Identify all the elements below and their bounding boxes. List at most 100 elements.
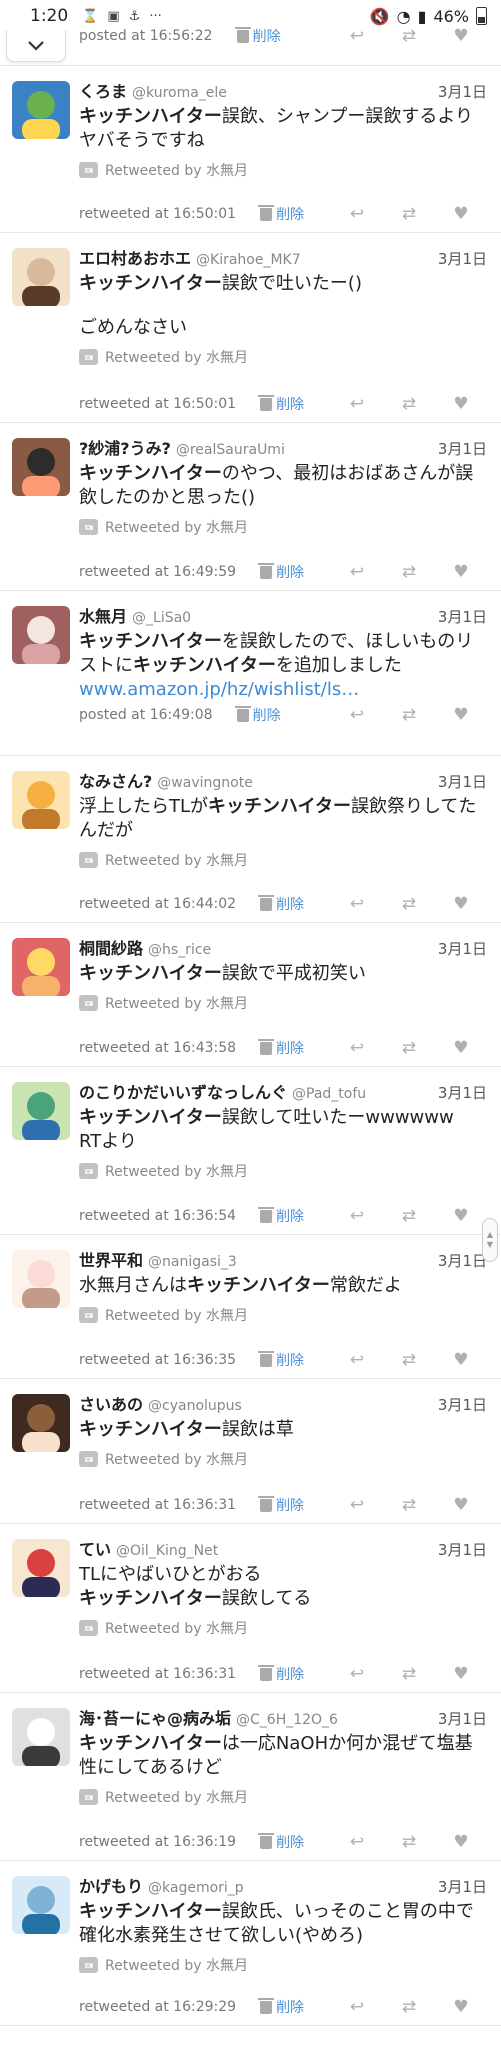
avatar[interactable] xyxy=(12,1082,70,1140)
user-name[interactable]: てい xyxy=(79,1536,111,1560)
favorite-heart-icon[interactable]: ♥ xyxy=(435,1495,487,1515)
reply-icon[interactable]: ↩ xyxy=(331,894,383,914)
delete-button[interactable]: 削除 xyxy=(258,562,304,582)
user-handle[interactable]: @Kirahoe_MK7 xyxy=(196,252,301,268)
avatar[interactable] xyxy=(12,1539,70,1597)
timestamp-label[interactable]: retweeted at 16:36:35 xyxy=(79,1352,236,1368)
reply-icon[interactable]: ↩ xyxy=(331,1206,383,1226)
avatar[interactable] xyxy=(12,248,70,306)
delete-button[interactable]: 削除 xyxy=(258,204,304,224)
reply-icon[interactable]: ↩ xyxy=(331,394,383,414)
user-handle[interactable]: @kagemori_p xyxy=(148,1880,244,1896)
retweet-icon[interactable]: ⇄ xyxy=(383,1206,435,1226)
delete-button[interactable]: 削除 xyxy=(258,1206,304,1226)
timestamp-label[interactable]: retweeted at 16:36:31 xyxy=(79,1666,236,1682)
avatar[interactable] xyxy=(12,771,70,829)
delete-button[interactable]: 削除 xyxy=(258,394,304,414)
avatar[interactable] xyxy=(12,1394,70,1452)
tweet-date[interactable]: 3月1日 xyxy=(438,1539,487,1560)
user-name[interactable]: エロ村あおホエ xyxy=(79,245,191,269)
favorite-heart-icon[interactable]: ♥ xyxy=(435,1206,487,1226)
timestamp-label[interactable]: retweeted at 16:29:29 xyxy=(79,1999,236,2015)
delete-button[interactable]: 削除 xyxy=(258,894,304,914)
user-handle[interactable]: @wavingnote xyxy=(157,775,253,791)
delete-button[interactable]: 削除 xyxy=(258,1997,304,2017)
retweet-icon[interactable]: ⇄ xyxy=(383,894,435,914)
user-handle[interactable]: @_LiSa0 xyxy=(132,610,191,626)
tweet-date[interactable]: 3月1日 xyxy=(438,1708,487,1729)
retweet-icon[interactable]: ⇄ xyxy=(383,1038,435,1058)
reply-icon[interactable]: ↩ xyxy=(331,1997,383,2017)
favorite-heart-icon[interactable]: ♥ xyxy=(435,1350,487,1370)
user-name[interactable]: 水無月 xyxy=(79,603,127,627)
reply-icon[interactable]: ↩ xyxy=(331,1350,383,1370)
favorite-heart-icon[interactable]: ♥ xyxy=(435,1997,487,2017)
reply-icon[interactable]: ↩ xyxy=(331,562,383,582)
retweet-icon[interactable]: ⇄ xyxy=(383,1495,435,1515)
user-name[interactable]: 世界平和 xyxy=(79,1247,143,1271)
timestamp-label[interactable]: retweeted at 16:43:58 xyxy=(79,1040,236,1056)
user-name[interactable]: くろま xyxy=(79,78,127,102)
tweet-date[interactable]: 3月1日 xyxy=(438,1394,487,1415)
delete-button[interactable]: 削除 xyxy=(258,1038,304,1058)
retweet-icon[interactable]: ⇄ xyxy=(383,1997,435,2017)
avatar[interactable] xyxy=(12,81,70,139)
tweet-date[interactable]: 3月1日 xyxy=(438,606,487,627)
delete-button[interactable]: 削除 xyxy=(258,1495,304,1515)
timestamp-label[interactable]: retweeted at 16:50:01 xyxy=(79,206,236,222)
user-handle[interactable]: @kuroma_ele xyxy=(132,85,227,101)
timestamp-label[interactable]: retweeted at 16:36:31 xyxy=(79,1497,236,1513)
user-handle[interactable]: @realSauraUmi xyxy=(176,442,285,458)
retweet-icon[interactable]: ⇄ xyxy=(383,204,435,224)
tweet-date[interactable]: 3月1日 xyxy=(438,771,487,792)
user-name[interactable]: のこりかだいいずなっしんぐ xyxy=(79,1079,287,1103)
favorite-heart-icon[interactable]: ♥ xyxy=(435,1038,487,1058)
avatar[interactable] xyxy=(12,1876,70,1934)
reply-icon[interactable]: ↩ xyxy=(331,26,383,46)
retweet-icon[interactable]: ⇄ xyxy=(383,26,435,46)
user-handle[interactable]: @cyanolupus xyxy=(148,1398,242,1414)
retweet-icon[interactable]: ⇄ xyxy=(383,1664,435,1684)
favorite-heart-icon[interactable]: ♥ xyxy=(435,394,487,414)
timestamp-label[interactable]: posted at 16:56:22 xyxy=(79,28,213,44)
reply-icon[interactable]: ↩ xyxy=(331,204,383,224)
tweet-link[interactable]: www.amazon.jp/hz/wishlist/ls… xyxy=(79,678,487,702)
timestamp-label[interactable]: retweeted at 16:44:02 xyxy=(79,896,236,912)
tweet-date[interactable]: 3月1日 xyxy=(438,81,487,102)
tweet-date[interactable]: 3月1日 xyxy=(438,938,487,959)
user-handle[interactable]: @Pad_tofu xyxy=(292,1086,366,1102)
user-handle[interactable]: @C_6H_12O_6 xyxy=(236,1712,338,1728)
tweet-date[interactable]: 3月1日 xyxy=(438,1250,487,1271)
timestamp-label[interactable]: posted at 16:49:08 xyxy=(79,707,213,723)
avatar[interactable] xyxy=(12,438,70,496)
avatar[interactable] xyxy=(12,1250,70,1308)
user-handle[interactable]: @nanigasi_3 xyxy=(148,1254,237,1270)
tweet-date[interactable]: 3月1日 xyxy=(438,1876,487,1897)
favorite-heart-icon[interactable]: ♥ xyxy=(435,204,487,224)
user-handle[interactable]: @hs_rice xyxy=(148,942,211,958)
retweet-icon[interactable]: ⇄ xyxy=(383,1350,435,1370)
tweet-date[interactable]: 3月1日 xyxy=(438,1082,487,1103)
favorite-heart-icon[interactable]: ♥ xyxy=(435,705,487,725)
favorite-heart-icon[interactable]: ♥ xyxy=(435,1664,487,1684)
reply-icon[interactable]: ↩ xyxy=(331,705,383,725)
tweet-date[interactable]: 3月1日 xyxy=(438,248,487,269)
retweet-icon[interactable]: ⇄ xyxy=(383,705,435,725)
delete-button[interactable]: 削除 xyxy=(234,705,281,725)
reply-icon[interactable]: ↩ xyxy=(331,1495,383,1515)
avatar[interactable] xyxy=(12,938,70,996)
favorite-heart-icon[interactable]: ♥ xyxy=(435,26,487,46)
avatar[interactable] xyxy=(12,606,70,664)
user-name[interactable]: なみさん? xyxy=(79,768,152,792)
reply-icon[interactable]: ↩ xyxy=(331,1664,383,1684)
reply-icon[interactable]: ↩ xyxy=(331,1038,383,1058)
user-name[interactable]: 桐間紗路 xyxy=(79,935,143,959)
timestamp-label[interactable]: retweeted at 16:49:59 xyxy=(79,564,236,580)
delete-button[interactable]: 削除 xyxy=(234,26,281,46)
timestamp-label[interactable]: retweeted at 16:50:01 xyxy=(79,396,236,412)
user-handle[interactable]: @Oil_King_Net xyxy=(116,1543,218,1559)
reply-icon[interactable]: ↩ xyxy=(331,1832,383,1852)
retweet-icon[interactable]: ⇄ xyxy=(383,1832,435,1852)
timestamp-label[interactable]: retweeted at 16:36:19 xyxy=(79,1834,236,1850)
retweet-icon[interactable]: ⇄ xyxy=(383,394,435,414)
